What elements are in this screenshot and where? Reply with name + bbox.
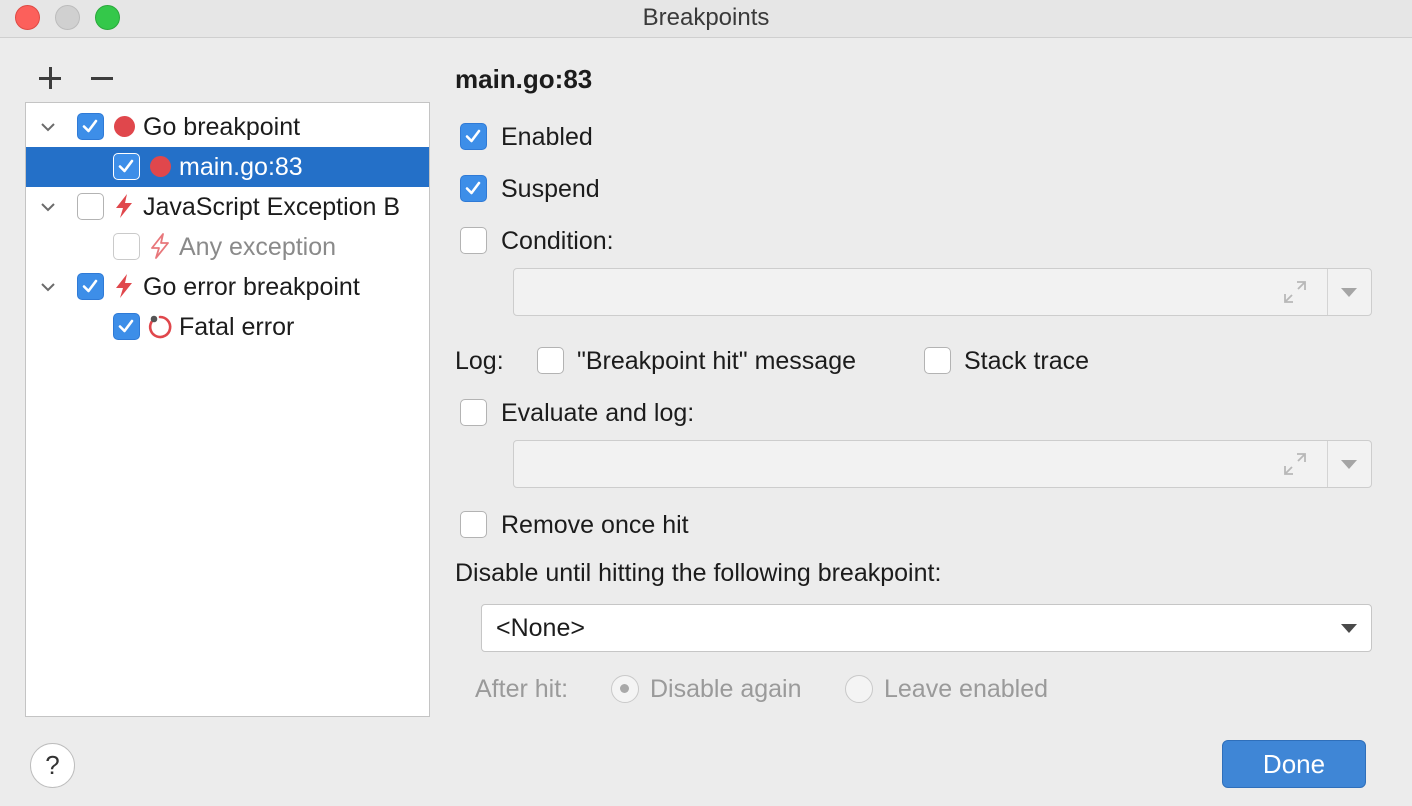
divider <box>1327 269 1328 315</box>
fatal-error-icon <box>147 314 173 340</box>
chevron-down-icon[interactable] <box>41 120 55 134</box>
checkbox-box[interactable] <box>924 347 951 374</box>
breakpoints-tree: Go breakpoint main.go:83 JavaScript Exce… <box>25 102 430 717</box>
checkbox-box[interactable] <box>460 511 487 538</box>
expand-icon[interactable] <box>1283 280 1307 304</box>
tree-item-main-go-83[interactable]: main.go:83 <box>26 147 429 187</box>
checkbox-box[interactable] <box>537 347 564 374</box>
breakpoints-dialog: Breakpoints Go breakpoint main.go:83 Jav… <box>0 0 1412 806</box>
dropdown-arrow-icon[interactable] <box>1341 624 1357 633</box>
tree-checkbox[interactable] <box>113 153 140 180</box>
expand-icon[interactable] <box>1283 452 1307 476</box>
leave-enabled-label: Leave enabled <box>884 675 1049 703</box>
condition-input[interactable] <box>513 268 1372 316</box>
tree-item-label: Any exception <box>179 233 337 261</box>
window-title: Breakpoints <box>642 4 770 31</box>
lightning-icon <box>149 233 171 259</box>
tree-checkbox[interactable] <box>113 233 140 260</box>
disable-again-radio[interactable] <box>611 675 639 703</box>
tree-item-label: main.go:83 <box>179 153 303 181</box>
tree-group-javascript-exception[interactable]: JavaScript Exception B <box>26 187 429 227</box>
tree-checkbox[interactable] <box>113 313 140 340</box>
disable-again-label: Disable again <box>650 675 802 703</box>
log-label: Log: <box>455 347 504 375</box>
done-button[interactable]: Done <box>1222 740 1366 788</box>
tree-item-fatal-error[interactable]: Fatal error <box>26 307 429 347</box>
tree-item-label: Fatal error <box>179 313 295 341</box>
leave-enabled-radio[interactable] <box>845 675 873 703</box>
stack-trace-label: Stack trace <box>964 347 1090 375</box>
evaluate-and-log-label: Evaluate and log: <box>501 399 695 427</box>
checkbox-box[interactable] <box>460 227 487 254</box>
title-bar: Breakpoints <box>0 0 1412 38</box>
enabled-label: Enabled <box>501 123 593 151</box>
tree-checkbox[interactable] <box>77 273 104 300</box>
red-dot-icon <box>150 156 171 177</box>
minus-icon[interactable] <box>91 67 113 89</box>
lightning-icon <box>113 193 135 219</box>
plus-icon[interactable] <box>39 67 61 89</box>
suspend-label: Suspend <box>501 175 600 203</box>
breakpoint-heading: main.go:83 <box>455 64 593 94</box>
red-dot-icon <box>114 116 135 137</box>
chevron-down-icon[interactable] <box>41 280 55 294</box>
tree-item-any-exception[interactable]: Any exception <box>26 227 429 267</box>
divider <box>1327 441 1328 487</box>
tree-group-go-error-breakpoint[interactable]: Go error breakpoint <box>26 267 429 307</box>
checkbox-box[interactable] <box>460 399 487 426</box>
disable-until-label: Disable until hitting the following brea… <box>455 559 942 587</box>
chevron-down-icon[interactable] <box>41 200 55 214</box>
help-button[interactable]: ? <box>30 743 75 788</box>
dropdown-arrow-icon[interactable] <box>1341 288 1357 297</box>
dropdown-arrow-icon[interactable] <box>1341 460 1357 469</box>
evaluate-input[interactable] <box>513 440 1372 488</box>
checkbox-box[interactable] <box>460 123 487 150</box>
disable-until-value: <None> <box>496 614 585 642</box>
after-hit-label: After hit: <box>475 675 569 703</box>
remove-once-hit-label: Remove once hit <box>501 511 689 539</box>
condition-label: Condition: <box>501 227 614 255</box>
tree-item-label: Go breakpoint <box>143 113 301 141</box>
tree-checkbox[interactable] <box>77 113 104 140</box>
tree-item-label: JavaScript Exception B <box>143 193 401 221</box>
lightning-icon <box>113 273 135 299</box>
checkbox-box[interactable] <box>460 175 487 202</box>
disable-until-select[interactable]: <None> <box>481 604 1372 652</box>
tree-group-go-breakpoint[interactable]: Go breakpoint <box>26 107 429 147</box>
tree-item-label: Go error breakpoint <box>143 273 360 301</box>
breakpoint-hit-message-label: "Breakpoint hit" message <box>577 347 857 375</box>
tree-checkbox[interactable] <box>77 193 104 220</box>
